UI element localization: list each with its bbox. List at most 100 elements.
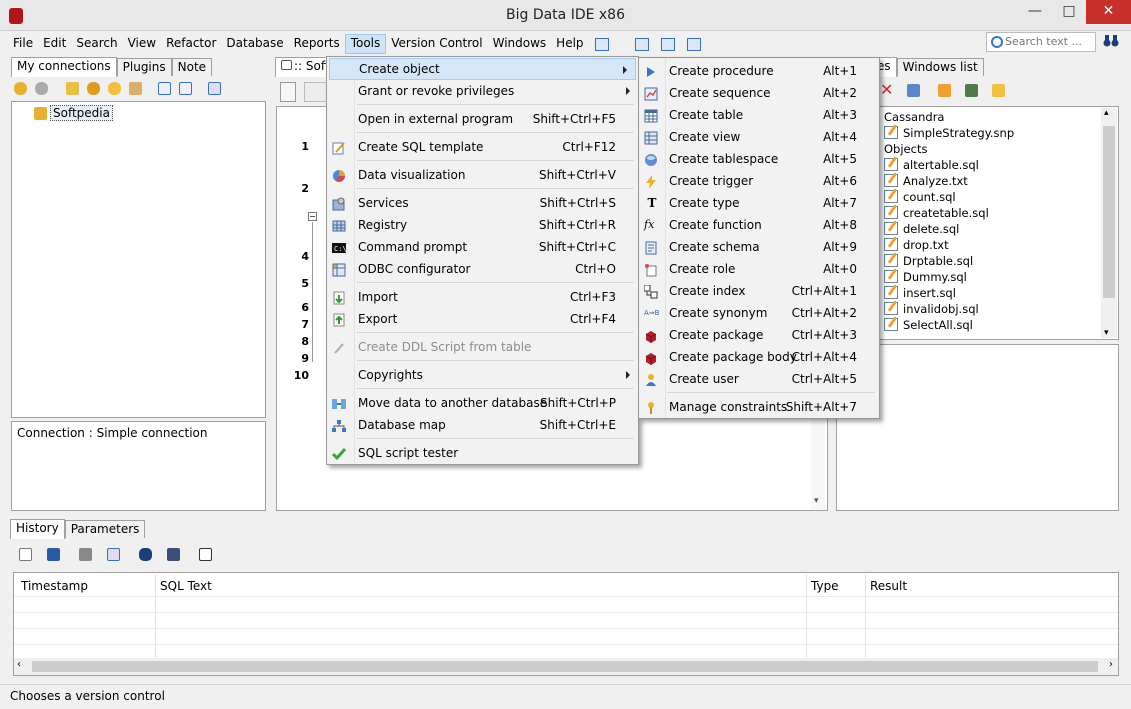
menu-item-export[interactable]: Export Ctrl+F4 xyxy=(327,308,638,330)
expand-icon[interactable] xyxy=(158,82,171,95)
menu-item-sql-script-tester[interactable]: SQL script tester xyxy=(327,442,638,464)
list-item[interactable]: count.sql xyxy=(884,189,956,205)
column-header-timestamp[interactable]: Timestamp xyxy=(14,576,88,596)
search-input[interactable]: Search text ... xyxy=(986,32,1096,52)
menu-help[interactable]: Help xyxy=(551,34,588,54)
menu-item-create-sequence[interactable]: Create sequence Alt+2 xyxy=(639,82,879,104)
fold-toggle-icon[interactable]: − xyxy=(308,212,317,221)
menu-item-services[interactable]: Services Shift+Ctrl+S xyxy=(327,192,638,214)
scroll-left-icon[interactable]: ‹ xyxy=(17,659,21,670)
layout-split-icon[interactable] xyxy=(660,37,675,51)
menu-tools[interactable]: Tools xyxy=(344,34,387,54)
scroll-right-icon[interactable]: › xyxy=(1109,659,1113,670)
menu-file[interactable]: File xyxy=(8,34,38,54)
list-item[interactable]: Cassandra xyxy=(884,109,944,125)
menu-item-create-object[interactable]: Create object xyxy=(329,58,636,80)
tab-editor-document[interactable]: :: Soft xyxy=(275,57,327,77)
connect-icon[interactable] xyxy=(66,82,79,95)
editor-stepper[interactable] xyxy=(280,82,296,102)
menu-item-create-ddl-script[interactable]: Create DDL Script from table xyxy=(327,336,638,358)
copy-icon[interactable] xyxy=(107,548,120,561)
menu-item-command-prompt[interactable]: C:\ Command prompt Shift+Ctrl+C xyxy=(327,236,638,258)
menu-item-create-package-body[interactable]: Create package body Ctrl+Alt+4 xyxy=(639,346,879,368)
menu-refactor[interactable]: Refactor xyxy=(161,34,221,54)
menu-item-grant-revoke[interactable]: Grant or revoke privileges xyxy=(327,80,638,102)
list-item[interactable]: SimpleStrategy.snp xyxy=(884,125,1014,141)
menu-database[interactable]: Database xyxy=(221,34,288,54)
scroll-up-icon[interactable]: ▴ xyxy=(1104,108,1109,118)
menu-edit[interactable]: Edit xyxy=(38,34,71,54)
tab-plugins[interactable]: Plugins xyxy=(116,58,172,76)
menu-view[interactable]: View xyxy=(123,34,161,54)
edit-database-icon[interactable] xyxy=(108,82,121,95)
checkbox-icon[interactable] xyxy=(938,83,952,97)
menu-windows[interactable]: Windows xyxy=(488,34,552,54)
calculator-icon[interactable] xyxy=(167,548,180,561)
list-item[interactable]: insert.sql xyxy=(884,285,956,301)
save-icon[interactable] xyxy=(47,548,60,561)
list-item[interactable]: Objects xyxy=(884,141,927,157)
list-item[interactable]: SelectAll.sql xyxy=(884,317,973,333)
add-database-icon[interactable] xyxy=(87,82,100,95)
menu-search[interactable]: Search xyxy=(71,34,122,54)
print-icon[interactable] xyxy=(79,548,92,561)
menu-reports[interactable]: Reports xyxy=(289,34,345,54)
menu-item-create-role[interactable]: Create role Alt+0 xyxy=(639,258,879,280)
column-header-type[interactable]: Type xyxy=(804,576,839,596)
minimize-button[interactable]: — xyxy=(1018,0,1052,24)
binoculars-icon[interactable] xyxy=(139,548,152,561)
menu-item-create-tablespace[interactable]: Create tablespace Alt+5 xyxy=(639,148,879,170)
editor-toolbar-button[interactable] xyxy=(304,82,328,102)
menu-item-create-type[interactable]: T Create type Alt+7 xyxy=(639,192,879,214)
menu-item-create-user[interactable]: Create user Ctrl+Alt+5 xyxy=(639,368,879,390)
tab-note[interactable]: Note xyxy=(171,58,213,76)
maximize-button[interactable]: □ xyxy=(1052,0,1086,24)
menu-item-create-procedure[interactable]: Create procedure Alt+1 xyxy=(639,60,879,82)
menu-item-create-package[interactable]: Create package Ctrl+Alt+3 xyxy=(639,324,879,346)
tab-history[interactable]: History xyxy=(10,519,65,539)
layout-panel-icon[interactable] xyxy=(634,37,649,51)
menu-item-create-schema[interactable]: Create schema Alt+9 xyxy=(639,236,879,258)
list-item[interactable]: invalidobj.sql xyxy=(884,301,979,317)
list-item[interactable]: Dummy.sql xyxy=(884,269,967,285)
scroll-thumb[interactable] xyxy=(1103,126,1115,298)
binoculars-icon[interactable] xyxy=(1103,34,1119,48)
menu-item-move-data[interactable]: Move data to another database Shift+Ctrl+… xyxy=(327,392,638,414)
list-item[interactable]: altertable.sql xyxy=(884,157,979,173)
menu-item-database-map[interactable]: Database map Shift+Ctrl+E xyxy=(327,414,638,436)
window-icon[interactable] xyxy=(907,83,921,97)
menu-item-create-sql-template[interactable]: Create SQL template Ctrl+F12 xyxy=(327,136,638,158)
menu-item-copyrights[interactable]: Copyrights xyxy=(327,364,638,386)
list-item[interactable]: drop.txt xyxy=(884,237,949,253)
list-item[interactable]: Analyze.txt xyxy=(884,173,968,189)
menu-item-odbc-configurator[interactable]: ODBC configurator Ctrl+O xyxy=(327,258,638,280)
tab-parameters[interactable]: Parameters xyxy=(64,520,146,538)
menu-item-create-index[interactable]: Create index Ctrl+Alt+1 xyxy=(639,280,879,302)
database-icon[interactable] xyxy=(14,82,27,95)
tab-windows-list[interactable]: Windows list xyxy=(896,58,984,76)
menu-item-import[interactable]: Import Ctrl+F3 xyxy=(327,286,638,308)
camera-icon[interactable] xyxy=(965,83,979,97)
column-header-sql-text[interactable]: SQL Text xyxy=(153,576,212,596)
menu-item-create-view[interactable]: Create view Alt+4 xyxy=(639,126,879,148)
menu-item-data-visualization[interactable]: Data visualization Shift+Ctrl+V xyxy=(327,164,638,186)
tree-item-softpedia[interactable]: Softpedia xyxy=(34,105,113,121)
list-item[interactable]: delete.sql xyxy=(884,221,959,237)
menu-item-open-external[interactable]: Open in external program Shift+Ctrl+F5 xyxy=(327,108,638,130)
history-hscrollbar[interactable]: ‹ › xyxy=(14,658,1118,675)
database-gray-icon[interactable] xyxy=(35,82,48,95)
tab-my-connections[interactable]: My connections xyxy=(11,57,117,77)
menu-item-registry[interactable]: Registry Shift+Ctrl+R xyxy=(327,214,638,236)
favorites-scrollbar[interactable]: ▴ ▾ xyxy=(1101,108,1117,338)
column-header-result[interactable]: Result xyxy=(863,576,907,596)
collapse-icon[interactable] xyxy=(179,82,192,95)
layout-columns-icon[interactable] xyxy=(686,37,701,51)
menu-item-manage-constraints[interactable]: Manage constraints Shift+Alt+7 xyxy=(639,396,879,418)
close-button[interactable]: ✕ xyxy=(1086,0,1131,24)
menu-item-create-trigger[interactable]: Create trigger Alt+6 xyxy=(639,170,879,192)
menu-item-create-synonym[interactable]: A⇒B Create synonym Ctrl+Alt+2 xyxy=(639,302,879,324)
copy-icon[interactable] xyxy=(208,82,221,95)
new-file-icon[interactable] xyxy=(19,548,32,561)
scroll-down-icon[interactable]: ▾ xyxy=(1104,328,1109,338)
list-item[interactable]: createtable.sql xyxy=(884,205,989,221)
